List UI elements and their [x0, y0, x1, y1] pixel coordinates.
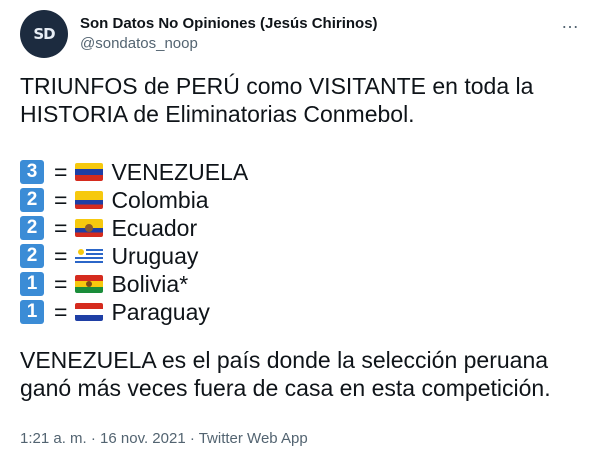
count-badge: 1: [20, 300, 44, 324]
tweet-intro-text: TRIUNFOS de PERÚ como VISITANTE en toda …: [20, 73, 534, 127]
country-name: Ecuador: [111, 214, 198, 241]
list-item: 1 = Bolivia*: [20, 270, 580, 298]
venezuela-flag-icon: [75, 163, 104, 181]
list-item: 1 = Paraguay: [20, 298, 580, 326]
ecuador-flag-icon: [75, 219, 104, 237]
author-display-name[interactable]: Son Datos No Opiniones (Jesús Chirinos): [80, 14, 378, 34]
more-options-icon[interactable]: …: [561, 12, 580, 33]
list-item: 3 = VENEZUELA: [20, 158, 580, 186]
count-badge: 2: [20, 188, 44, 212]
equals-sign: =: [54, 298, 68, 325]
country-name: Uruguay: [111, 242, 199, 269]
tweet-header: SD Son Datos No Opiniones (Jesús Chirino…: [20, 10, 584, 58]
colombia-flag-icon: [75, 191, 104, 209]
sd-logo-icon: SD: [33, 25, 55, 43]
country-name: Paraguay: [111, 298, 210, 325]
bolivia-flag-icon: [75, 275, 104, 293]
paraguay-flag-icon: [75, 303, 104, 321]
equals-sign: =: [54, 270, 68, 297]
list-item: 2 = Colombia: [20, 186, 580, 214]
author-names: Son Datos No Opiniones (Jesús Chirinos) …: [80, 14, 378, 54]
wins-list: 3 = VENEZUELA 2 = Colombia 2 = Ecuador 2…: [20, 158, 580, 326]
list-item: 2 = Uruguay: [20, 242, 580, 270]
count-badge: 1: [20, 272, 44, 296]
author-handle[interactable]: @sondatos_noop: [80, 34, 378, 54]
tweet-outro-text: VENEZUELA es el país donde la selección …: [20, 347, 551, 401]
count-badge: 2: [20, 244, 44, 268]
count-badge: 2: [20, 216, 44, 240]
avatar[interactable]: SD: [20, 10, 68, 58]
tweet-card: SD Son Datos No Opiniones (Jesús Chirino…: [0, 0, 600, 460]
tweet-timestamp[interactable]: 1:21 a. m. · 16 nov. 2021 · Twitter Web …: [20, 430, 308, 447]
equals-sign: =: [54, 186, 68, 213]
list-item: 2 = Ecuador: [20, 214, 580, 242]
country-name: VENEZUELA: [111, 158, 249, 185]
count-badge: 3: [20, 160, 44, 184]
equals-sign: =: [54, 242, 68, 269]
country-name: Colombia: [111, 186, 209, 213]
country-name: Bolivia*: [111, 270, 189, 297]
equals-sign: =: [54, 214, 68, 241]
uruguay-flag-icon: [75, 247, 104, 265]
equals-sign: =: [54, 158, 68, 185]
